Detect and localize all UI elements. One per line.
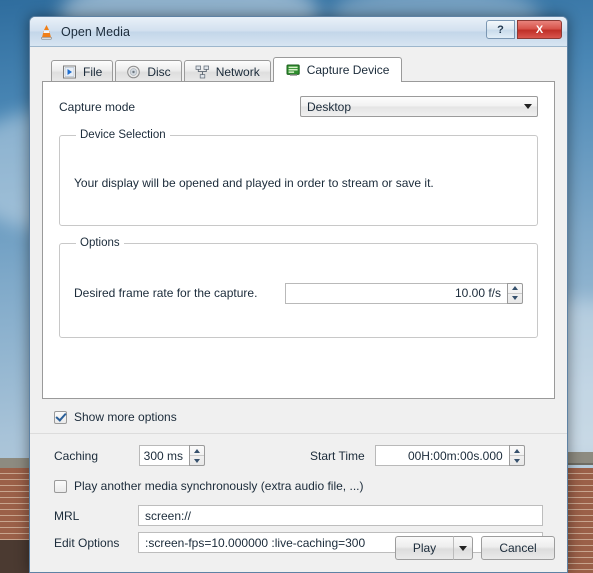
dialog-title-bar[interactable]: Open Media ? X [30, 17, 567, 47]
edit-options-label: Edit Options [54, 535, 120, 550]
capture-card-icon [286, 64, 300, 76]
frame-rate-increment[interactable] [508, 284, 522, 294]
arrow-up-icon [512, 286, 518, 290]
caching-value[interactable]: 300 ms [139, 445, 189, 466]
show-more-options-row[interactable]: Show more options [42, 399, 555, 433]
capture-mode-row: Capture mode Desktop [59, 96, 538, 117]
options-title: Options [80, 237, 120, 249]
play-split-button[interactable]: Play [395, 536, 473, 560]
dialog-body: File Disc Network Capture Device Capture… [30, 47, 567, 553]
tab-network[interactable]: Network [183, 60, 271, 82]
capture-mode-select[interactable]: Desktop [300, 96, 538, 117]
caching-label: Caching [54, 448, 99, 463]
tab-network-label: Network [215, 64, 260, 79]
tab-disc[interactable]: Disc [115, 60, 182, 82]
play-sync-label: Play another media synchronously (extra … [74, 479, 364, 493]
play-dropdown-button[interactable] [453, 536, 473, 560]
frame-rate-decrement[interactable] [508, 294, 522, 303]
tab-capture-device-label: Capture Device [306, 63, 390, 77]
mrl-input[interactable]: screen:// [138, 505, 543, 526]
show-more-options-checkbox[interactable] [54, 410, 67, 424]
open-media-dialog: Open Media ? X File Disc Network Capture… [29, 16, 568, 573]
device-selection-group: Device Selection Your display will be op… [59, 129, 538, 226]
caching-increment[interactable] [190, 446, 204, 456]
caching-decrement[interactable] [190, 456, 204, 465]
start-time-increment[interactable] [509, 446, 524, 456]
capture-mode-label: Capture mode [59, 99, 136, 114]
vlc-cone-icon [41, 24, 52, 39]
tab-capture-device[interactable]: Capture Device [272, 57, 403, 82]
frame-rate-stepper[interactable]: 10.00 f/s [285, 282, 523, 304]
brick-column [566, 468, 593, 573]
caching-start-time-row: Caching 300 ms Start Time 00H:00m:00s.00… [42, 434, 555, 466]
help-button[interactable]: ? [486, 20, 515, 39]
tab-disc-label: Disc [147, 64, 171, 79]
tab-file-label: File [83, 64, 103, 79]
show-more-options-label: Show more options [74, 410, 177, 424]
mrl-label: MRL [54, 508, 80, 523]
options-group: Options Desired frame rate for the captu… [59, 237, 538, 338]
arrow-down-icon [512, 296, 518, 300]
frame-rate-value[interactable]: 10.00 f/s [285, 282, 507, 304]
dialog-footer: Play Cancel [395, 536, 555, 560]
window-controls: ? X [486, 20, 562, 39]
frame-rate-spin-buttons[interactable] [507, 282, 523, 304]
close-button[interactable]: X [517, 20, 562, 39]
caching-spin-buttons[interactable] [189, 445, 205, 466]
network-icon [195, 65, 209, 78]
cancel-button[interactable]: Cancel [481, 536, 555, 560]
media-source-tabs: File Disc Network Capture Device [51, 57, 555, 82]
capture-device-panel: Capture mode Desktop Device Selection Yo… [42, 81, 555, 399]
arrow-down-icon [194, 458, 200, 463]
more-options-section: Show more options Caching 300 ms Start T… [30, 399, 567, 553]
arrow-up-icon [194, 448, 200, 453]
play-sync-row[interactable]: Play another media synchronously (extra … [42, 466, 555, 493]
start-time-label: Start Time [310, 448, 365, 463]
capture-mode-value: Desktop [307, 99, 352, 114]
start-time-spin-buttons[interactable] [508, 445, 525, 466]
play-sync-checkbox[interactable] [54, 479, 67, 493]
frame-rate-label: Desired frame rate for the capture. [74, 286, 258, 300]
start-time-decrement[interactable] [510, 456, 524, 465]
caching-stepper[interactable]: 300 ms [139, 445, 205, 466]
disc-icon [127, 65, 141, 78]
device-description: Your display will be opened and played i… [74, 176, 434, 190]
tab-file[interactable]: File [51, 60, 114, 82]
dialog-title: Open Media [61, 24, 131, 39]
file-icon [63, 65, 76, 78]
device-selection-title: Device Selection [80, 129, 166, 141]
chevron-down-icon [459, 545, 467, 551]
mrl-row: MRL screen:// [42, 493, 555, 526]
play-button[interactable]: Play [395, 536, 453, 560]
start-time-stepper[interactable]: 00H:00m:00s.000 [374, 445, 525, 466]
chevron-down-icon [524, 104, 532, 109]
arrow-down-icon [513, 458, 520, 463]
arrow-up-icon [513, 448, 520, 453]
start-time-value[interactable]: 00H:00m:00s.000 [374, 445, 509, 466]
